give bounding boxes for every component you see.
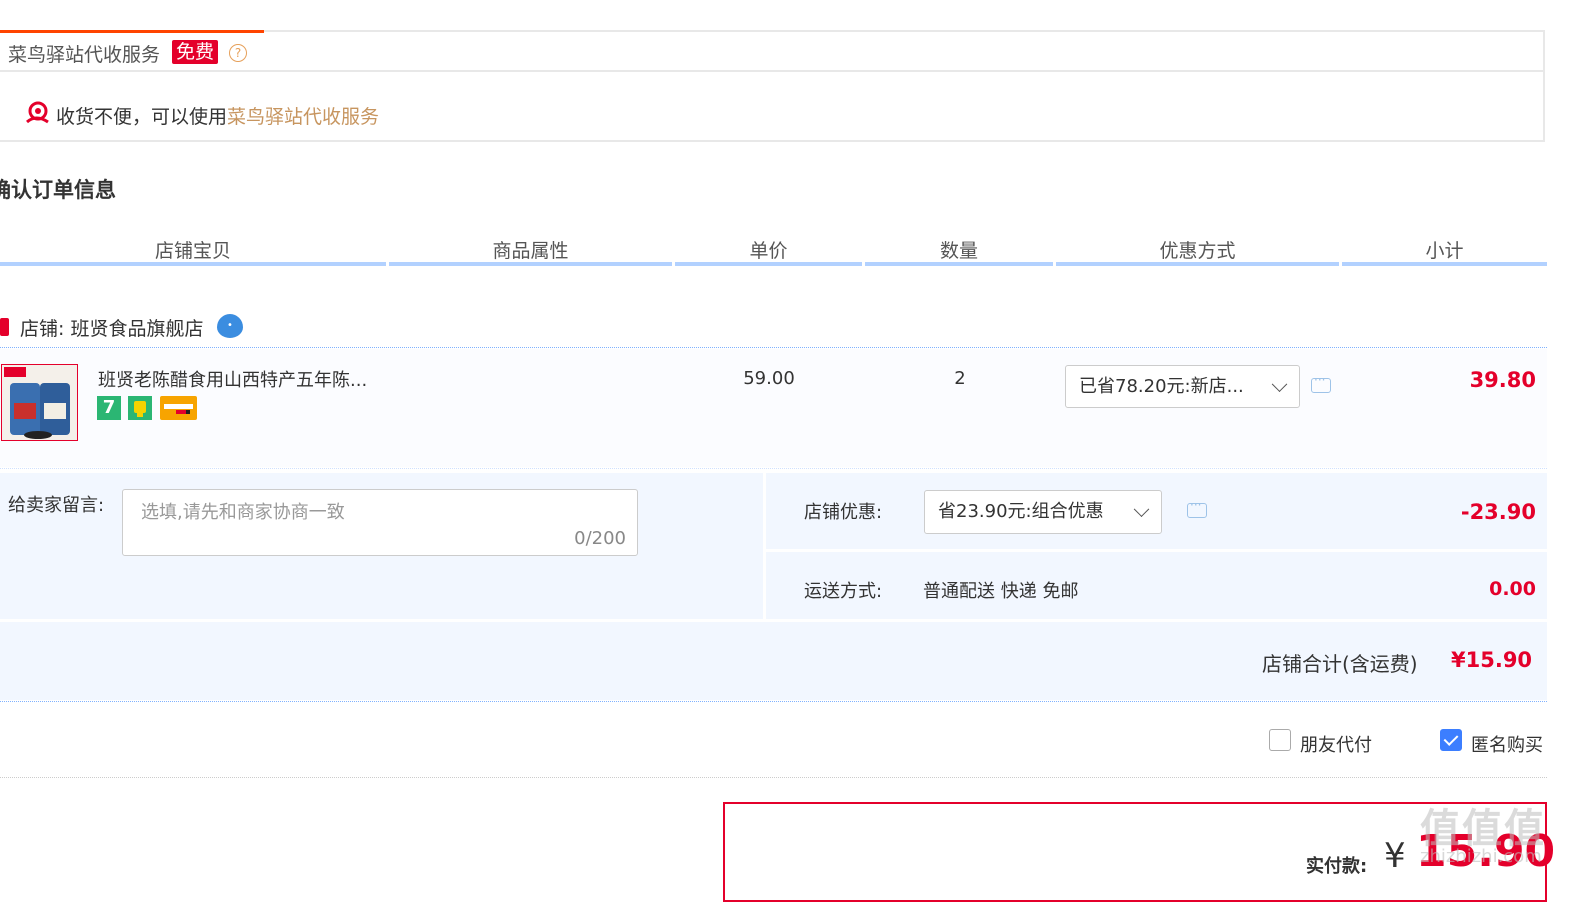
cainiao-tab-divider — [0, 70, 1545, 72]
shipping-method: 普通配送 快递 免邮 — [923, 581, 1079, 602]
shop-total-label: 店铺合计(含运费) — [1262, 652, 1418, 676]
watermark-site: zhizhizhi.com — [1420, 846, 1542, 867]
item-subtotal: 39.80 — [1469, 368, 1536, 392]
card-payment-icon[interactable] — [160, 396, 197, 420]
message-bubble-icon[interactable] — [1311, 373, 1331, 393]
total-divider — [0, 701, 1547, 702]
cainiao-bird-icon — [26, 101, 49, 124]
payment-label: 实付款: — [1306, 856, 1368, 877]
seven-day-return-icon[interactable]: 7 — [97, 396, 121, 420]
friend-pay-label[interactable]: 朋友代付 — [1300, 731, 1372, 757]
shop-discount-amount: -23.90 — [1460, 500, 1536, 524]
header-unit-price: 单价 — [749, 240, 788, 262]
item-quantity: 2 — [954, 368, 966, 389]
chevron-down-icon — [1271, 375, 1288, 392]
service-badge-icon[interactable] — [128, 396, 152, 420]
item-discount-select[interactable]: 已省78.20元:新店... — [1065, 365, 1300, 408]
item-title-link[interactable]: 班贤老陈醋食用山西特产五年陈... — [98, 366, 367, 392]
header-bar — [1056, 262, 1339, 266]
header-bar — [675, 262, 862, 266]
item-divider — [0, 468, 1547, 469]
message-label: 给卖家留言: — [8, 495, 105, 516]
payment-currency: ¥ — [1384, 836, 1406, 876]
free-badge: 免费 — [172, 40, 219, 64]
header-subtotal: 小计 — [1425, 240, 1464, 262]
cainiao-notice-text: 收货不便，可以使用 — [56, 106, 228, 128]
anonymous-checkbox[interactable] — [1440, 729, 1462, 751]
header-bar — [865, 262, 1053, 266]
shop-name[interactable]: 店铺: 班贤食品旗舰店 — [20, 314, 203, 341]
item-discount-value: 已省78.20元:新店... — [1079, 376, 1244, 397]
header-discount: 优惠方式 — [1159, 240, 1236, 262]
options-divider — [0, 777, 1547, 778]
shop-discount-label: 店铺优惠: — [804, 502, 883, 523]
item-thumbnail[interactable] — [1, 364, 78, 441]
chevron-down-icon — [1133, 501, 1150, 518]
cainiao-tab-label[interactable]: 菜鸟驿站代收服务 — [8, 40, 160, 67]
header-store-item: 店铺宝贝 — [154, 240, 231, 262]
vinegar-bottles-image — [2, 365, 77, 440]
section-title: 确认订单信息 — [0, 178, 116, 202]
shop-discount-select[interactable]: 省23.90元:组合优惠 — [924, 490, 1162, 534]
message-char-counter: 0/200 — [574, 528, 626, 549]
header-bar — [0, 262, 386, 266]
shop-discount-value: 省23.90元:组合优惠 — [938, 501, 1104, 522]
cainiao-notice: 收货不便，可以使用菜鸟驿站代收服务 — [56, 102, 379, 129]
friend-pay-checkbox[interactable] — [1269, 729, 1291, 751]
shop-divider — [0, 347, 1547, 348]
shop-total-amount: ¥15.90 — [1451, 648, 1533, 672]
shipping-amount: 0.00 — [1489, 578, 1536, 600]
header-bar — [1342, 262, 1547, 266]
header-quantity: 数量 — [939, 240, 978, 262]
item-unit-price: 59.00 — [743, 368, 795, 389]
header-attributes: 商品属性 — [492, 240, 569, 262]
tmall-shop-icon — [0, 318, 9, 336]
cainiao-tab-indicator — [0, 30, 264, 33]
message-placeholder: 选填,请先和商家协商一致 — [141, 502, 345, 523]
shop-chat-icon[interactable]: • — [217, 314, 243, 338]
message-bubble-icon[interactable] — [1187, 498, 1207, 518]
anonymous-label[interactable]: 匿名购买 — [1471, 731, 1543, 757]
cainiao-service-link[interactable]: 菜鸟驿站代收服务 — [227, 106, 379, 128]
help-icon[interactable]: ? — [229, 44, 247, 62]
shipping-label: 运送方式: — [804, 581, 883, 602]
header-bar — [389, 262, 672, 266]
